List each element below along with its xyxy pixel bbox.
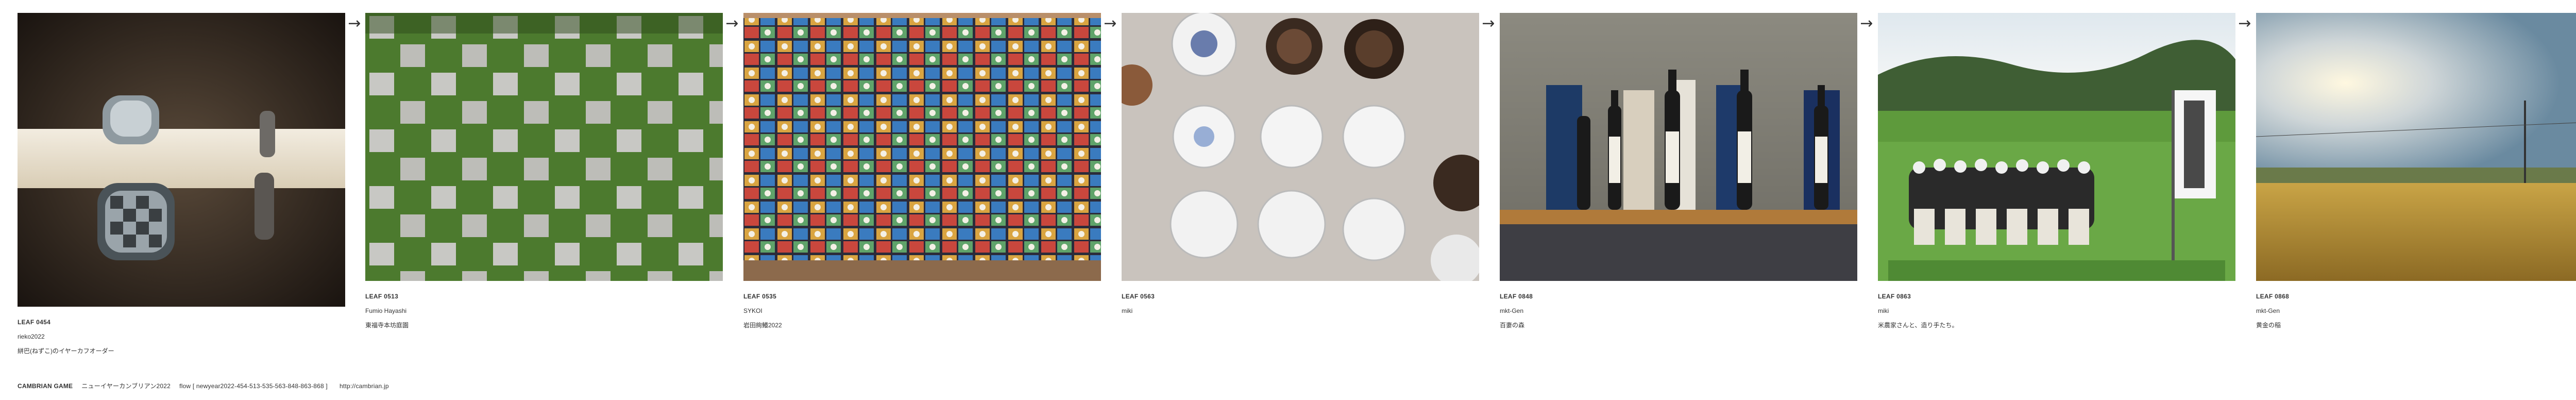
leaf-author[interactable]: miki xyxy=(1122,304,1479,318)
leaf-id[interactable]: LEAF 0454 xyxy=(18,315,345,329)
leaf-caption: 絣巴(ねずこ)のイヤーカフオーダー xyxy=(18,347,114,355)
leaf-meta: LEAF 0848 mkt-Gen 百妻の森 xyxy=(1500,289,1857,332)
leaf-caption: 米農家さんと、造り手たち。 xyxy=(1878,322,1958,329)
leaf-card-0563[interactable]: LEAF 0563 miki xyxy=(1122,13,1479,318)
leaf-author[interactable]: miki xyxy=(1878,304,2235,318)
leaf-author[interactable]: SYKOI xyxy=(743,304,1101,318)
leaf-photo[interactable] xyxy=(743,13,1101,281)
sake-bottles-photo xyxy=(1500,13,1857,281)
leaf-author[interactable]: mkt-Gen xyxy=(1500,304,1857,318)
leaf-card-0454[interactable]: LEAF 0454 rieko2022 絣巴(ねずこ)のイヤーカフオーダー xyxy=(18,13,345,358)
leaf-caption: 黄金の稲 xyxy=(2256,322,2281,329)
footer-title: ニューイヤーカンブリアン2022 xyxy=(81,382,171,390)
footer-url-link[interactable]: http://cambrian.jp xyxy=(340,382,389,390)
footer-brand: CAMBRIAN GAME xyxy=(18,382,73,390)
leaf-flow-strip: LEAF 0454 rieko2022 絣巴(ねずこ)のイヤーカフオーダー → xyxy=(0,0,2576,361)
next-arrow-icon[interactable]: → xyxy=(1101,13,1120,34)
leaf-photo[interactable] xyxy=(2256,13,2576,281)
leaf-photo[interactable] xyxy=(1500,13,1857,281)
group-field-photo xyxy=(1878,13,2235,281)
next-arrow-icon[interactable]: → xyxy=(723,13,741,34)
leaf-author[interactable]: mkt-Gen xyxy=(2256,304,2576,318)
leaf-id[interactable]: LEAF 0563 xyxy=(1122,289,1479,304)
next-arrow-icon[interactable]: → xyxy=(345,13,364,34)
leaf-card-0535[interactable]: LEAF 0535 SYKOI 岩田絢鱶2022 xyxy=(743,13,1101,332)
leaf-photo[interactable] xyxy=(365,13,723,281)
leaf-photo[interactable] xyxy=(18,13,345,307)
golden-field-photo xyxy=(2256,13,2576,281)
leaf-card-0513[interactable]: LEAF 0513 Fumio Hayashi 東福寺本坊庭園 xyxy=(365,13,723,332)
leaf-id[interactable]: LEAF 0513 xyxy=(365,289,723,304)
leaf-photo[interactable] xyxy=(1122,13,1479,281)
leaf-id[interactable]: LEAF 0868 xyxy=(2256,289,2576,304)
leaf-id[interactable]: LEAF 0848 xyxy=(1500,289,1857,304)
leaf-meta: LEAF 0454 rieko2022 絣巴(ねずこ)のイヤーカフオーダー xyxy=(18,315,345,358)
leaf-author[interactable]: Fumio Hayashi xyxy=(365,304,723,318)
leaf-id[interactable]: LEAF 0863 xyxy=(1878,289,2235,304)
leaf-id[interactable]: LEAF 0535 xyxy=(743,289,1101,304)
leaf-card-0868[interactable]: LEAF 0868 mkt-Gen 黄金の稲 xyxy=(2256,13,2576,332)
leaf-card-0863[interactable]: LEAF 0863 miki 米農家さんと、造り手たち。 xyxy=(1878,13,2235,332)
leaf-card-0848[interactable]: LEAF 0848 mkt-Gen 百妻の森 xyxy=(1500,13,1857,332)
leaf-photo[interactable] xyxy=(1878,13,2235,281)
next-arrow-icon[interactable]: → xyxy=(2235,13,2254,34)
next-arrow-icon[interactable]: → xyxy=(1857,13,1876,34)
next-arrow-icon[interactable]: → xyxy=(1479,13,1498,34)
leaf-author[interactable]: rieko2022 xyxy=(18,329,345,344)
leaf-meta: LEAF 0868 mkt-Gen 黄金の稲 xyxy=(2256,289,2576,332)
page-footer: CAMBRIAN GAME ニューイヤーカンブリアン2022 flow [ ne… xyxy=(18,381,389,390)
posters-wall-photo xyxy=(743,13,1101,281)
leaf-caption: 岩田絢鱶2022 xyxy=(743,322,782,329)
ceramic-cups-photo xyxy=(1122,13,1479,281)
silver-ring-photo xyxy=(18,13,345,307)
leaf-caption: 百妻の森 xyxy=(1500,322,1525,329)
leaf-meta: LEAF 0513 Fumio Hayashi 東福寺本坊庭園 xyxy=(365,289,723,332)
footer-flow: flow [ newyear2022-454-513-535-563-848-8… xyxy=(179,382,328,390)
leaf-meta: LEAF 0863 miki 米農家さんと、造り手たち。 xyxy=(1878,289,2235,332)
leaf-caption: 東福寺本坊庭園 xyxy=(365,322,409,329)
leaf-meta: LEAF 0535 SYKOI 岩田絢鱶2022 xyxy=(743,289,1101,332)
moss-garden-photo xyxy=(365,13,723,281)
leaf-meta: LEAF 0563 miki xyxy=(1122,289,1479,318)
